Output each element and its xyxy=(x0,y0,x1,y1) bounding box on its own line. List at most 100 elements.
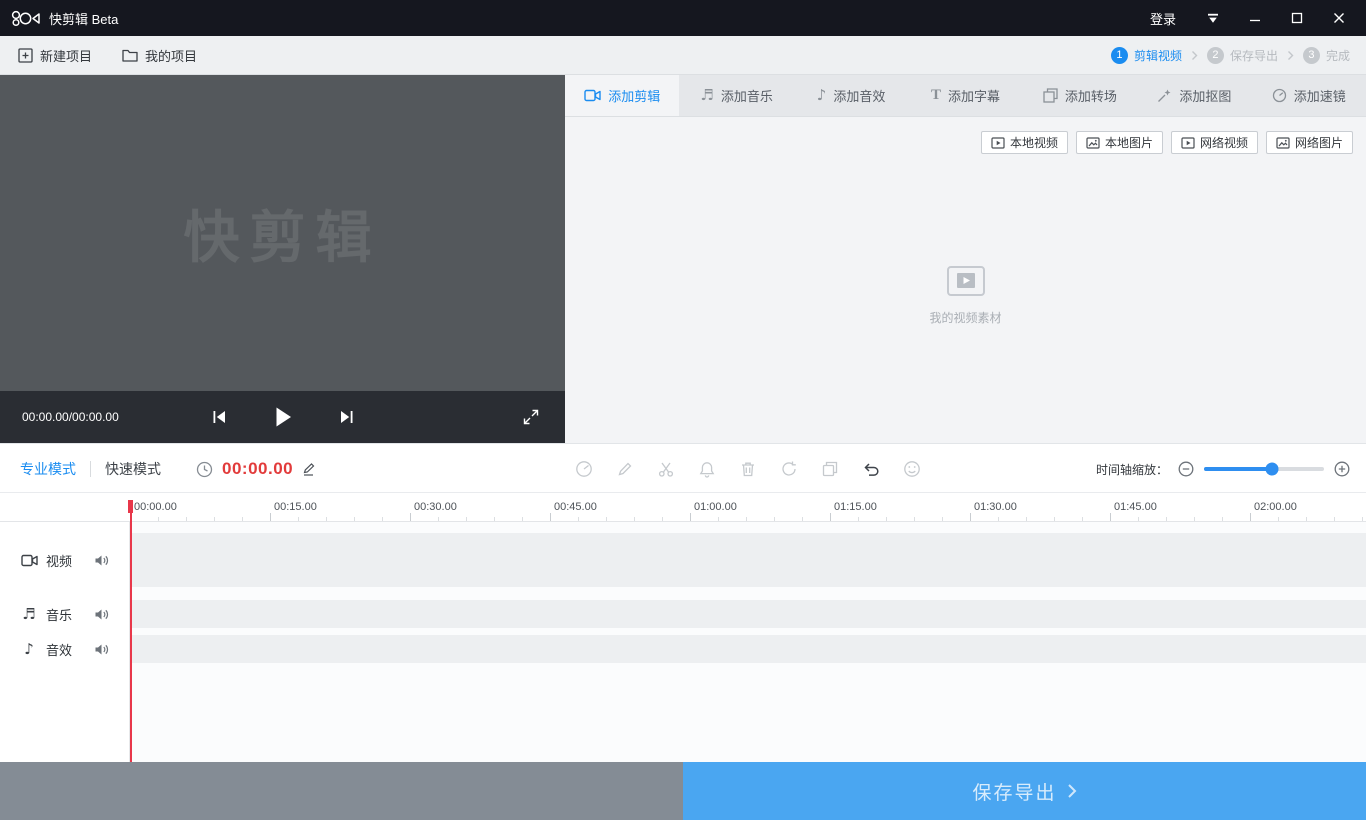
video-camera-icon xyxy=(584,89,601,102)
video-track-header: 视频 xyxy=(0,533,130,587)
save-export-label: 保存导出 xyxy=(972,778,1056,805)
close-button[interactable] xyxy=(1318,0,1360,36)
media-panel: 添加剪辑 ♬ 添加音乐 ♪ 添加音效 T 添加字幕 xyxy=(565,75,1366,443)
new-project-label: 新建项目 xyxy=(40,46,92,65)
timeline-zoom-slider[interactable] xyxy=(1204,467,1324,471)
tab-add-sound-effect[interactable]: ♪ 添加音效 xyxy=(794,75,908,116)
sound-effect-icon: ♪ xyxy=(817,88,827,103)
tab-label: 添加剪辑 xyxy=(608,86,660,105)
tab-add-speed[interactable]: 添加速镜 xyxy=(1252,75,1366,116)
zoom-label: 时间轴缩放： xyxy=(1096,461,1168,478)
slider-thumb[interactable] xyxy=(1266,463,1279,476)
video-track-lane[interactable] xyxy=(130,533,1366,587)
smiley-icon[interactable] xyxy=(903,460,921,478)
web-video-button[interactable]: 网络视频 xyxy=(1171,131,1258,154)
titlebar-right: 登录 xyxy=(1150,0,1360,36)
trash-icon[interactable] xyxy=(739,460,757,478)
source-buttons: 本地视频 本地图片 xyxy=(981,131,1353,154)
bell-icon[interactable] xyxy=(698,460,716,478)
undo-icon[interactable] xyxy=(862,460,880,478)
tab-label: 添加速镜 xyxy=(1294,86,1346,105)
video-preview: 快剪辑 xyxy=(0,75,565,391)
tab-add-clip[interactable]: 添加剪辑 xyxy=(565,75,679,116)
play-icon[interactable] xyxy=(273,406,293,428)
scissors-icon[interactable] xyxy=(657,460,675,478)
main-area: 快剪辑 00:00.00/00:00.00 xyxy=(0,75,1366,443)
my-projects-label: 我的项目 xyxy=(145,46,197,65)
current-time-group: 00:00.00 xyxy=(196,444,315,494)
fullscreen-icon[interactable] xyxy=(523,391,539,443)
timeline-tracks: 视频 ♬ 音乐 ♪ 音效 xyxy=(0,522,1366,762)
playhead[interactable] xyxy=(128,500,134,762)
step-save-export[interactable]: 2 保存导出 xyxy=(1207,47,1278,64)
ruler-major-ticks xyxy=(130,513,1366,521)
clip-tools xyxy=(575,444,921,494)
step-edit-video[interactable]: 1 剪辑视频 xyxy=(1111,47,1182,64)
new-project-icon xyxy=(18,48,33,63)
step-number: 3 xyxy=(1303,47,1320,64)
tab-add-music[interactable]: ♬ 添加音乐 xyxy=(679,75,793,116)
new-project-button[interactable]: 新建项目 xyxy=(18,46,92,65)
timeline-zoom: 时间轴缩放： xyxy=(1096,444,1350,494)
zoom-in-icon[interactable] xyxy=(1334,461,1350,477)
step-finish[interactable]: 3 完成 xyxy=(1303,47,1350,64)
music-note-icon: ♬ xyxy=(700,88,713,103)
ruler-tick-label: 00:00.00 xyxy=(134,501,177,513)
minimize-button[interactable] xyxy=(1234,0,1276,36)
maximize-button[interactable] xyxy=(1276,0,1318,36)
tab-add-matting[interactable]: 添加抠图 xyxy=(1137,75,1251,116)
source-button-label: 本地图片 xyxy=(1105,134,1153,151)
tab-label: 添加音乐 xyxy=(721,86,773,105)
speed-lens-icon xyxy=(1272,88,1287,103)
track-name: 视频 xyxy=(46,551,86,570)
web-image-button[interactable]: 网络图片 xyxy=(1266,131,1353,154)
sfx-track-lane[interactable] xyxy=(130,635,1366,663)
speed-gauge-icon[interactable] xyxy=(575,460,593,478)
local-video-button[interactable]: 本地视频 xyxy=(981,131,1068,154)
skip-back-icon[interactable] xyxy=(211,409,227,425)
volume-icon[interactable] xyxy=(94,643,109,656)
step-label: 保存导出 xyxy=(1230,47,1278,64)
app-window: 快剪辑 Beta 登录 xyxy=(0,0,1366,820)
step-label: 完成 xyxy=(1326,47,1350,64)
video-material-icon xyxy=(946,265,986,297)
clock-icon xyxy=(196,461,213,478)
ruler-tick-label: 01:15.00 xyxy=(834,501,877,513)
login-button[interactable]: 登录 xyxy=(1150,9,1176,28)
text-icon: T xyxy=(931,87,941,104)
local-image-button[interactable]: 本地图片 xyxy=(1076,131,1163,154)
titlebar: 快剪辑 Beta 登录 xyxy=(0,0,1366,36)
slider-fill xyxy=(1204,467,1272,471)
step-chevron-icon xyxy=(1191,50,1198,61)
my-projects-button[interactable]: 我的项目 xyxy=(122,46,197,65)
edit-time-icon[interactable] xyxy=(302,463,315,476)
app-title: 快剪辑 Beta xyxy=(49,9,118,28)
tab-add-subtitle[interactable]: T 添加字幕 xyxy=(908,75,1022,116)
media-panel-body: 本地视频 本地图片 xyxy=(565,117,1366,443)
empty-media-label: 我的视频素材 xyxy=(929,309,1001,326)
rotate-icon[interactable] xyxy=(780,460,798,478)
skin-menu-icon[interactable] xyxy=(1192,0,1234,36)
draw-pencil-icon[interactable] xyxy=(616,460,634,478)
source-button-label: 网络图片 xyxy=(1295,134,1343,151)
titlebar-left: 快剪辑 Beta xyxy=(10,8,118,28)
project-toolbar: 新建项目 我的项目 1 剪辑视频 2 保存导出 xyxy=(0,36,1366,75)
timeline-ruler[interactable]: 00:00.00 00:15.00 00:30.00 00:45.00 01:0… xyxy=(0,494,1366,522)
tab-add-transition[interactable]: 添加转场 xyxy=(1023,75,1137,116)
ruler-tick-label: 02:00.00 xyxy=(1254,501,1297,513)
music-track-lane[interactable] xyxy=(130,600,1366,628)
pro-mode-button[interactable]: 专业模式 xyxy=(20,459,76,479)
music-track-icon: ♬ xyxy=(20,607,38,622)
skip-forward-icon[interactable] xyxy=(339,409,355,425)
music-track-header: ♬ 音乐 xyxy=(0,600,130,628)
empty-media-state: 我的视频素材 xyxy=(565,265,1366,326)
volume-icon[interactable] xyxy=(94,608,109,621)
copy-icon[interactable] xyxy=(821,460,839,478)
tab-label: 添加字幕 xyxy=(948,86,1000,105)
step-chevron-icon xyxy=(1287,50,1294,61)
playhead-line xyxy=(130,500,132,762)
volume-icon[interactable] xyxy=(94,554,109,567)
save-export-button[interactable]: 保存导出 xyxy=(683,762,1366,820)
quick-mode-button[interactable]: 快速模式 xyxy=(105,459,161,479)
zoom-out-icon[interactable] xyxy=(1178,461,1194,477)
